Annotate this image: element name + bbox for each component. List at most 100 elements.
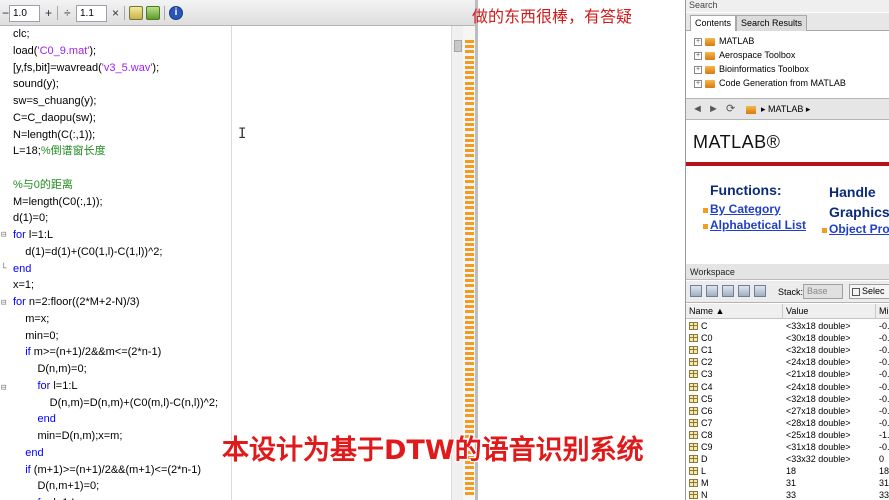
warning-marker[interactable] [465, 414, 474, 418]
warning-marker[interactable] [465, 336, 474, 340]
code-line[interactable]: clc; [13, 26, 30, 43]
code-line[interactable]: m=x; [13, 311, 49, 328]
warning-marker[interactable] [465, 274, 474, 277]
new-variable-icon[interactable] [690, 285, 702, 297]
workspace-variable-row[interactable]: D <33x32 double> 0 [686, 453, 889, 465]
warning-marker[interactable] [465, 268, 474, 272]
warning-marker[interactable] [465, 138, 474, 142]
code-line[interactable]: [y,fs,bit]=wavread('v3_5.wav'); [13, 60, 159, 77]
warning-marker[interactable] [465, 170, 474, 173]
warning-marker[interactable] [465, 81, 474, 85]
warning-marker[interactable] [465, 45, 474, 49]
info-icon[interactable]: i [169, 6, 183, 20]
warning-marker[interactable] [465, 378, 474, 381]
warning-marker[interactable] [465, 118, 474, 121]
warning-marker[interactable] [465, 206, 474, 210]
warning-marker[interactable] [465, 107, 474, 111]
code-line[interactable]: load('C0_9.mat'); [13, 43, 96, 60]
warning-marker[interactable] [465, 71, 474, 75]
warning-marker[interactable] [465, 326, 474, 329]
workspace-variable-row[interactable]: C6 <27x18 double> -0. [686, 405, 889, 417]
forward-arrow-icon[interactable]: ► [708, 102, 719, 116]
warning-marker[interactable] [465, 86, 474, 90]
warning-marker[interactable] [465, 232, 474, 236]
workspace-variable-row[interactable]: C8 <25x18 double> -1. [686, 429, 889, 441]
expand-icon[interactable]: + [694, 65, 702, 74]
fold-marker-icon[interactable]: ⊟ [1, 298, 9, 308]
link-alphabetical-list[interactable]: Alphabetical List [710, 218, 806, 232]
warning-marker[interactable] [465, 216, 474, 220]
code-line[interactable]: sw=s_chuang(y); [13, 93, 96, 110]
warning-marker[interactable] [465, 305, 474, 309]
warning-marker[interactable] [465, 383, 474, 387]
warning-marker[interactable] [465, 388, 474, 392]
warning-marker[interactable] [465, 112, 474, 116]
code-text[interactable]: clc; load('C0_9.mat'); [y,fs,bit]=wavread(… [13, 26, 231, 500]
workspace-variable-row[interactable]: C5 <32x18 double> -0. [686, 393, 889, 405]
code-line[interactable]: end [13, 261, 31, 278]
toc-item-code-generation[interactable]: + Code Generation from MATLAB [694, 76, 846, 90]
code-line[interactable]: for l=1:L [13, 495, 77, 500]
link-object-properties[interactable]: Object Pro [829, 222, 889, 236]
column-header-min[interactable]: Mi [876, 304, 889, 319]
warning-marker[interactable] [465, 289, 474, 293]
workspace-variable-row[interactable]: N 33 33 [686, 489, 889, 500]
warning-marker[interactable] [465, 279, 474, 283]
code-line[interactable]: min=D(n,m);x=m; [13, 428, 122, 445]
code-line[interactable]: x=1; [13, 277, 34, 294]
warning-marker[interactable] [465, 253, 474, 257]
warning-marker[interactable] [465, 60, 474, 64]
warning-marker[interactable] [465, 242, 474, 246]
warning-marker[interactable] [465, 331, 474, 335]
workspace-variable-row[interactable]: C3 <21x18 double> -0. [686, 368, 889, 380]
warning-marker[interactable] [465, 180, 474, 184]
code-line[interactable]: D(n,m)=D(n,m)+(C0(m,l)-C(n,l))^2; [13, 395, 218, 412]
warning-marker[interactable] [465, 76, 474, 80]
import-data-icon[interactable] [722, 285, 734, 297]
warning-marker[interactable] [465, 372, 474, 376]
code-line[interactable]: %与0的距离 [13, 177, 73, 194]
code-line[interactable]: d(1)=d(1)+(C0(1,l)-C(1,l))^2; [13, 244, 162, 261]
tab-contents[interactable]: Contents [690, 15, 737, 31]
warning-marker[interactable] [465, 164, 474, 168]
code-line[interactable]: M=length(C0(:,1)); [13, 194, 103, 211]
back-arrow-icon[interactable]: ◄ [692, 102, 703, 116]
warning-marker[interactable] [465, 97, 474, 101]
warning-marker[interactable] [465, 367, 474, 371]
warning-marker[interactable] [465, 341, 474, 345]
warning-marker[interactable] [465, 294, 474, 298]
code-line[interactable]: for l=1:L [13, 227, 53, 244]
warning-marker[interactable] [465, 476, 474, 480]
warning-marker[interactable] [465, 149, 474, 153]
code-line[interactable]: if (m+1)>=(n+1)/2&&(m+1)<=(2*n-1) [13, 462, 201, 479]
workspace-variable-row[interactable]: C0 <30x18 double> -0. [686, 332, 889, 344]
code-line[interactable]: if m>=(n+1)/2&&m<=(2*n-1) [13, 344, 161, 361]
expand-icon[interactable]: + [694, 37, 702, 46]
workspace-variable-row[interactable]: C4 <24x18 double> -0. [686, 381, 889, 393]
warning-marker[interactable] [465, 310, 474, 314]
warning-marker[interactable] [465, 102, 474, 106]
warning-marker[interactable] [465, 237, 474, 241]
warning-marker[interactable] [465, 211, 474, 215]
stack-select[interactable]: Base [803, 284, 843, 299]
warning-marker[interactable] [465, 66, 474, 69]
code-line[interactable]: d(1)=0; [13, 210, 48, 227]
warning-marker[interactable] [465, 471, 474, 475]
workspace-variable-row[interactable]: C1 <32x18 double> -0. [686, 344, 889, 356]
help-search-bar[interactable]: Search [686, 0, 889, 12]
warning-marker[interactable] [465, 487, 474, 491]
warning-marker[interactable] [465, 144, 474, 147]
warning-marker[interactable] [465, 492, 474, 496]
code-line[interactable]: D(n,m+1)=0; [13, 478, 99, 495]
warning-marker[interactable] [465, 263, 474, 267]
warning-marker[interactable] [465, 419, 474, 423]
pane-splitter[interactable] [475, 0, 478, 500]
cell-break-step-field[interactable]: 1.1 [76, 5, 107, 22]
warning-marker[interactable] [465, 123, 474, 127]
warning-marker[interactable] [465, 320, 474, 324]
warning-marker[interactable] [465, 159, 474, 163]
code-line[interactable]: L=18;%倒谱窗长度 [13, 143, 106, 160]
link-by-category[interactable]: By Category [710, 202, 781, 216]
evaluate-advance-icon[interactable] [146, 6, 160, 20]
workspace-variable-row[interactable]: C <33x18 double> -0. [686, 320, 889, 332]
